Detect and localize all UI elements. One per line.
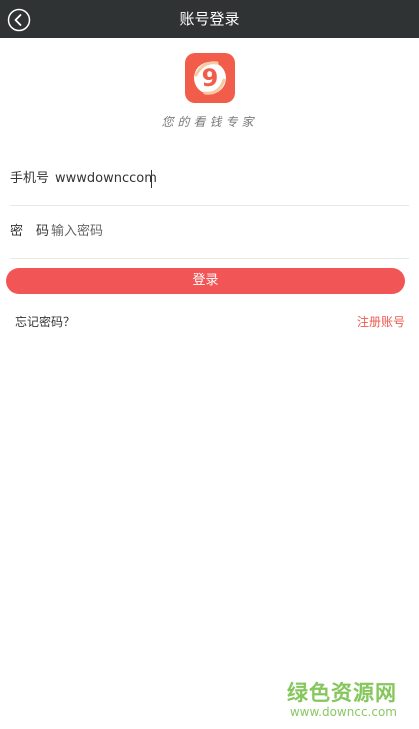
phone-input[interactable]: wwwdownccom (55, 153, 157, 205)
app-logo-icon: 9 (185, 53, 235, 103)
register-account-link[interactable]: 注册账号 (357, 313, 405, 330)
title-bar: 账号登录 (0, 0, 419, 38)
page-title: 账号登录 (179, 10, 240, 28)
logo-glyph: 9 (202, 64, 219, 92)
password-field[interactable]: 密 码 输入密码 (10, 206, 409, 259)
login-button[interactable]: 登录 (6, 268, 405, 294)
phone-label: 手机号 (10, 171, 50, 186)
slogan: 您的看钱专家 (161, 115, 258, 129)
watermark-url: www.downcc.com (289, 705, 397, 719)
password-label: 密 码 (10, 224, 50, 239)
text-caret (151, 170, 152, 188)
password-input[interactable]: 输入密码 (51, 206, 103, 258)
forgot-password-link[interactable]: 忘记密码？ (15, 313, 75, 330)
watermark-title: 绿色资源网 (287, 681, 397, 705)
phone-field[interactable]: 手机号 wwwdownccom (10, 153, 409, 206)
